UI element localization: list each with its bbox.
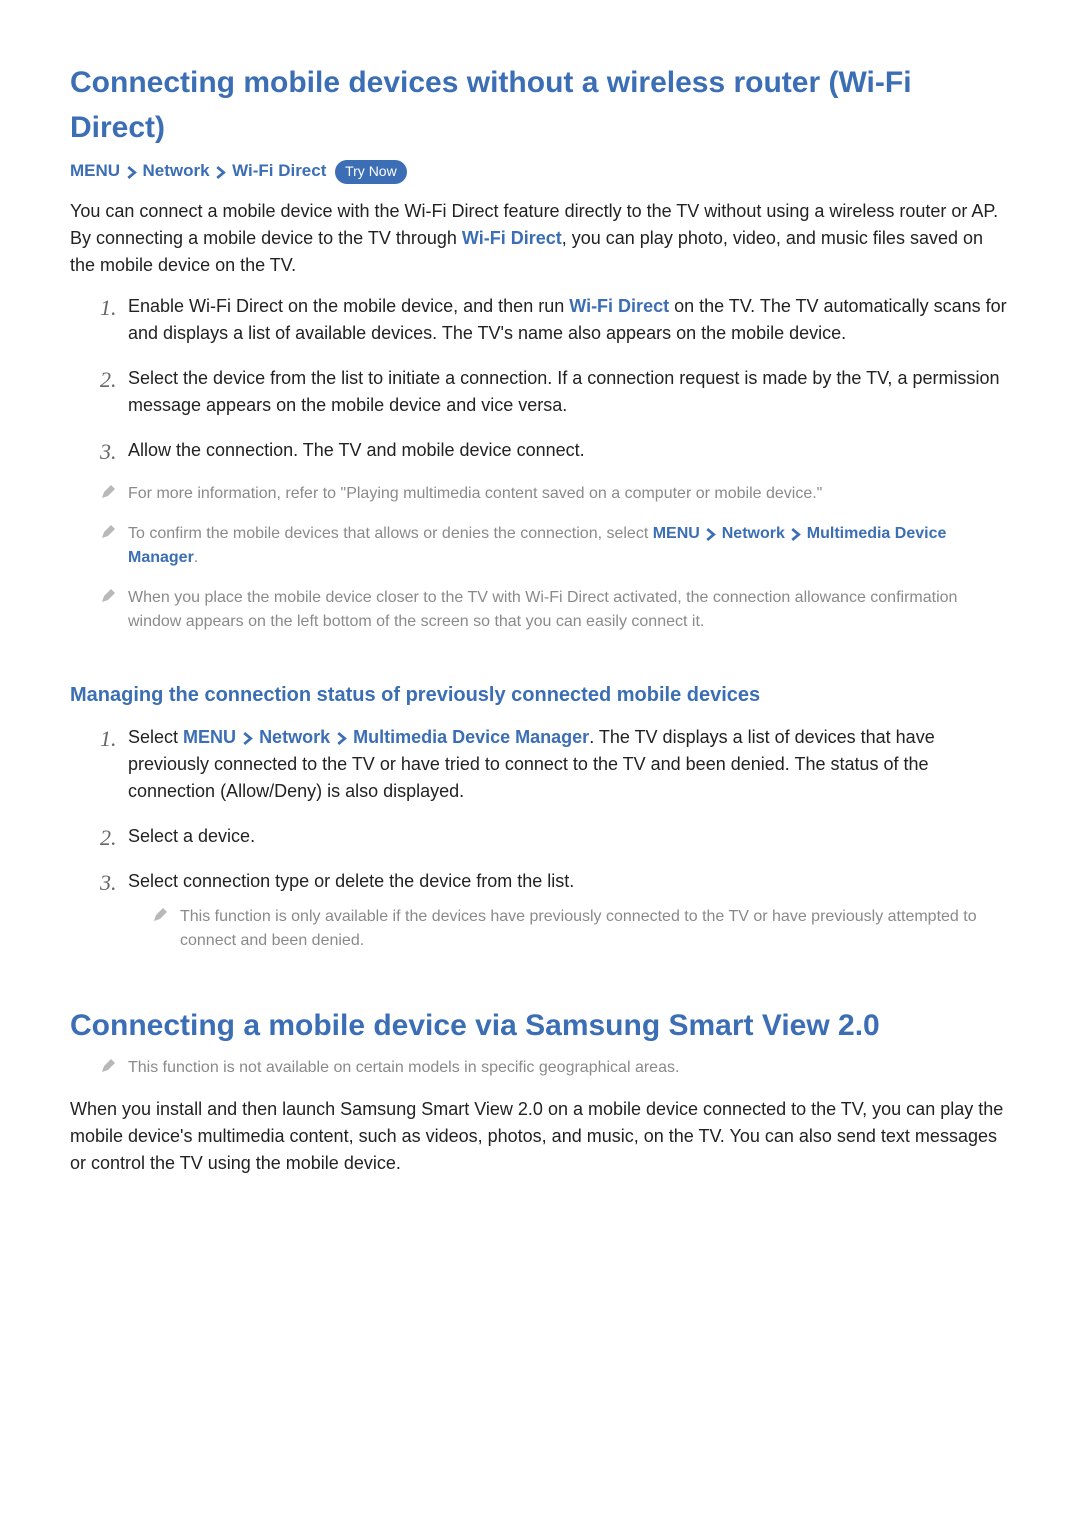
step-network: Network (259, 727, 330, 747)
step-3: 3. Allow the connection. The TV and mobi… (100, 437, 1010, 464)
step-menu: MENU (183, 727, 236, 747)
breadcrumb-wifidirect: Wi-Fi Direct (232, 161, 326, 180)
notes-list-smartview: This function is not available on certai… (100, 1056, 1010, 1080)
intro-paragraph: You can connect a mobile device with the… (70, 198, 1010, 279)
note-menu: MENU (653, 525, 700, 542)
note-text: When you place the mobile device closer … (128, 589, 957, 630)
smartview-paragraph: When you install and then launch Samsung… (70, 1096, 1010, 1177)
heading-managing-connection: Managing the connection status of previo… (70, 680, 1010, 710)
steps-list-managing: 1. Select MENU Network Multimedia Device… (100, 724, 1010, 953)
pencil-icon (100, 588, 116, 604)
chevron-right-icon (241, 727, 254, 747)
step-number: 2. (100, 821, 117, 854)
heading-smart-view: Connecting a mobile device via Samsung S… (70, 1003, 1010, 1048)
note-confirmation-window: When you place the mobile device closer … (100, 586, 1010, 634)
step-3: 3. Select connection type or delete the … (100, 868, 1010, 953)
step-lead: Select (128, 727, 183, 747)
note-dot: . (194, 549, 198, 566)
step-1: 1. Enable Wi-Fi Direct on the mobile dev… (100, 293, 1010, 347)
note-more-info: For more information, refer to "Playing … (100, 482, 1010, 506)
note-availability: This function is not available on certai… (100, 1056, 1010, 1080)
step-number: 3. (100, 866, 117, 899)
step-keyword: Wi-Fi Direct (569, 296, 669, 316)
inner-note: This function is only available if the d… (152, 905, 1010, 953)
chevron-right-icon (704, 525, 717, 542)
heading-wifi-direct: Connecting mobile devices without a wire… (70, 60, 1010, 150)
try-now-badge[interactable]: Try Now (335, 160, 407, 184)
note-text-a: To confirm the mobile devices that allow… (128, 525, 653, 542)
breadcrumb-wifi-direct: MENU Network Wi-Fi Direct Try Now (70, 158, 1010, 184)
chevron-right-icon (125, 159, 138, 185)
step-2: 2. Select a device. (100, 823, 1010, 850)
note-text: For more information, refer to "Playing … (128, 485, 822, 502)
chevron-right-icon (335, 727, 348, 747)
step-text: Select a device. (128, 826, 255, 846)
pencil-icon (100, 484, 116, 500)
inner-notes: This function is only available if the d… (152, 905, 1010, 953)
step-number: 3. (100, 435, 117, 468)
breadcrumb-network: Network (143, 161, 210, 180)
step-number: 1. (100, 291, 117, 324)
pencil-icon (100, 1058, 116, 1074)
steps-list-wifi-direct: 1. Enable Wi-Fi Direct on the mobile dev… (100, 293, 1010, 464)
step-text: Select connection type or delete the dev… (128, 871, 574, 891)
step-mdm: Multimedia Device Manager (353, 727, 589, 747)
step-text-a: Enable Wi-Fi Direct on the mobile device… (128, 296, 569, 316)
intro-keyword: Wi-Fi Direct (462, 228, 562, 248)
step-2: 2. Select the device from the list to in… (100, 365, 1010, 419)
pencil-icon (152, 907, 168, 923)
step-number: 2. (100, 363, 117, 396)
pencil-icon (100, 524, 116, 540)
step-1: 1. Select MENU Network Multimedia Device… (100, 724, 1010, 805)
breadcrumb-menu: MENU (70, 161, 120, 180)
step-text: Allow the connection. The TV and mobile … (128, 440, 585, 460)
note-network: Network (722, 525, 785, 542)
note-text: This function is not available on certai… (128, 1059, 679, 1076)
step-number: 1. (100, 722, 117, 755)
chevron-right-icon (789, 525, 802, 542)
step-text: Select the device from the list to initi… (128, 368, 999, 415)
chevron-right-icon (214, 159, 227, 185)
note-confirm-devices: To confirm the mobile devices that allow… (100, 522, 1010, 570)
inner-note-text: This function is only available if the d… (180, 908, 977, 949)
notes-list: For more information, refer to "Playing … (100, 482, 1010, 634)
